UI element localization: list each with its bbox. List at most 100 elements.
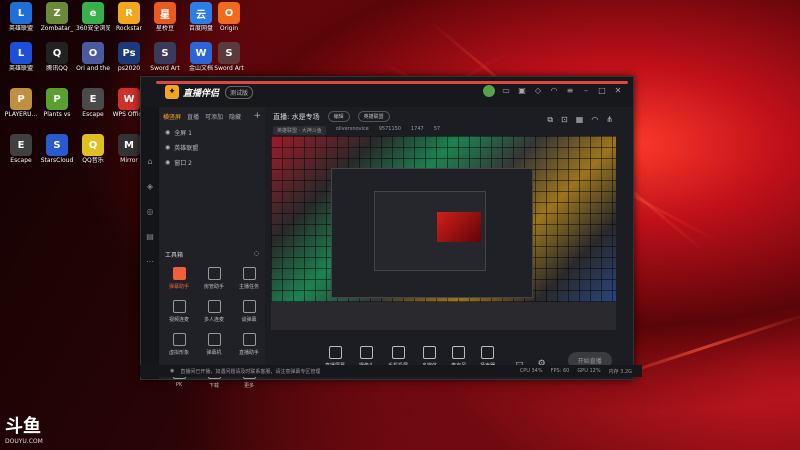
douyu-watermark: 斗鱼 DOUYU.COM bbox=[5, 412, 65, 445]
desktop-icon[interactable]: E Escape bbox=[76, 88, 110, 118]
share-icon[interactable]: ⋔ bbox=[606, 115, 613, 125]
toolbox-settings-icon[interactable]: ◌ bbox=[254, 250, 259, 259]
tool-label: 房管助手 bbox=[203, 284, 224, 290]
tool-button[interactable]: 谈弹幕 bbox=[232, 300, 266, 323]
eye-icon[interactable]: ◉ bbox=[165, 159, 170, 166]
beta-badge[interactable]: 测试版 bbox=[225, 85, 254, 99]
desktop-icon[interactable]: L 英雄联盟 bbox=[4, 42, 38, 72]
edit-title-button[interactable]: 编辑 bbox=[327, 111, 350, 122]
desktop-icon[interactable]: S Sword Art bbox=[148, 42, 182, 72]
preview-nested-window-inner bbox=[374, 191, 486, 271]
desktop-icon-label: 英雄联盟 bbox=[8, 25, 33, 32]
desktop-icon[interactable]: P PLAYERU... bbox=[4, 88, 38, 118]
lock-icon[interactable]: ⊡ bbox=[561, 115, 568, 125]
status-bar: ◉ 直播间已开播，如遇问题请及时联系客服，请注意弹幕专区管理 CPU 34% F… bbox=[140, 365, 642, 377]
eye-icon[interactable]: ◉ bbox=[165, 129, 170, 136]
source-icon bbox=[360, 346, 374, 359]
app-icon: M bbox=[118, 134, 140, 156]
gift-icon[interactable]: ◈ bbox=[147, 182, 153, 191]
app-icon: S bbox=[46, 134, 68, 156]
live-streaming-app-window: ✦ 直播伴侣 测试版 ▭ ▣ ◇ ◠ ≡ – □ ✕ ⌂ ◈ ◎ ▤ ⋯ 横竖屏… bbox=[140, 76, 634, 389]
tab-1[interactable]: 直播 bbox=[187, 112, 199, 121]
desktop-icon[interactable]: e 360安全浏览 bbox=[76, 2, 110, 32]
desktop-icon[interactable]: Q QQ音乐 bbox=[76, 134, 110, 164]
category-tag[interactable]: 英雄联盟 · 大神斗鱼 bbox=[273, 126, 326, 135]
desktop-icon-label: Escape bbox=[10, 157, 32, 164]
desktop-icon[interactable]: L 英雄联盟 bbox=[4, 2, 38, 32]
tool-icon bbox=[172, 267, 186, 280]
desktop-icon[interactable]: Z Zombatar_ bbox=[40, 2, 74, 32]
tool-button[interactable]: 视频连麦 bbox=[162, 300, 196, 323]
bell-icon[interactable]: ◠ bbox=[549, 86, 559, 96]
app-icon: 星 bbox=[154, 2, 176, 24]
desktop-icon-label: Sword Art bbox=[214, 65, 244, 72]
tab-2[interactable]: 可添加 bbox=[205, 112, 223, 121]
user-avatar[interactable] bbox=[483, 85, 495, 97]
menu-icon[interactable]: ≡ bbox=[565, 86, 575, 96]
data-icon[interactable]: ▤ bbox=[146, 232, 154, 241]
desktop-icon[interactable]: Ps ps2020 bbox=[112, 42, 146, 72]
desktop-icon[interactable]: S Sword Art bbox=[212, 42, 246, 72]
watermark-domain: DOUYU.COM bbox=[5, 438, 43, 445]
desktop-icon[interactable]: O Origin bbox=[212, 2, 246, 32]
chat-icon[interactable]: ◎ bbox=[147, 207, 154, 216]
minimize-icon[interactable]: – bbox=[581, 86, 591, 96]
tool-button[interactable]: 房管助手 bbox=[197, 267, 231, 290]
tool-icon bbox=[242, 300, 256, 313]
scene-item[interactable]: ◉ 全屏 1 bbox=[159, 125, 265, 140]
app-icon: P bbox=[10, 88, 32, 110]
message-icon[interactable]: ▭ bbox=[501, 86, 511, 96]
desktop-icon[interactable]: Q 腾讯QQ bbox=[40, 42, 74, 72]
tool-button[interactable]: 主播任务 bbox=[232, 267, 266, 290]
tool-button[interactable]: 弹幕机 bbox=[197, 333, 231, 356]
toolbox-title: 工具箱 bbox=[165, 252, 184, 259]
tab-3[interactable]: 隐藏 bbox=[229, 112, 241, 121]
home-icon[interactable]: ⌂ bbox=[147, 157, 152, 166]
tool-icon bbox=[242, 267, 256, 280]
source-icon bbox=[391, 346, 405, 359]
scene-item[interactable]: ◉ 英雄联盟 bbox=[159, 140, 265, 155]
desktop-icon[interactable]: P Plants vs bbox=[40, 88, 74, 118]
desktop-icon-label: Rockstar bbox=[116, 25, 142, 32]
maximize-icon[interactable]: □ bbox=[597, 86, 607, 96]
stream-preview[interactable] bbox=[271, 136, 616, 330]
app-icon: W bbox=[118, 88, 140, 110]
layout-icon[interactable]: ▦ bbox=[576, 115, 584, 125]
shirt-icon[interactable]: ◇ bbox=[533, 86, 543, 96]
desktop-icon[interactable]: 星星桥豆 bbox=[148, 2, 182, 32]
tool-icon bbox=[172, 300, 186, 313]
app-logo-icon: ✦ bbox=[165, 85, 179, 99]
notification-icon[interactable]: ◠ bbox=[591, 115, 598, 125]
add-scene-icon[interactable]: + bbox=[253, 111, 261, 121]
app-icon: P bbox=[46, 88, 68, 110]
desktop-icon[interactable]: S StarsCloud bbox=[40, 134, 74, 164]
eye-icon[interactable]: ◉ bbox=[165, 144, 170, 151]
watermark-brand: 斗鱼 bbox=[5, 416, 41, 437]
app-icon: O bbox=[82, 42, 104, 64]
close-icon[interactable]: ✕ bbox=[613, 86, 623, 96]
stream-info-row: 英雄联盟 · 大神斗鱼 oliversnovice 9571150 1747 5… bbox=[265, 126, 633, 135]
app-icon: L bbox=[10, 2, 32, 24]
desktop-icon-label: Zombatar_ bbox=[40, 25, 74, 32]
tool-button[interactable]: 直播助手 bbox=[232, 333, 266, 356]
tab-0[interactable]: 横竖屏 bbox=[163, 112, 181, 121]
desktop-icon[interactable]: E Escape bbox=[4, 134, 38, 164]
gift-icon[interactable]: ▣ bbox=[517, 86, 527, 96]
share-screen-icon[interactable]: ⧉ bbox=[547, 115, 553, 125]
scene-item[interactable]: ◉ 窗口 2 bbox=[159, 155, 265, 170]
desktop-icon[interactable]: R Rockstar bbox=[112, 2, 146, 32]
category-select[interactable]: 英雄联盟 bbox=[357, 111, 390, 122]
tool-button[interactable]: 多人连麦 bbox=[197, 300, 231, 323]
tool-label: 下载 bbox=[208, 383, 219, 389]
app-icon: Z bbox=[46, 2, 68, 24]
stream-title: 直播: 水是专场 bbox=[273, 112, 320, 121]
more-icon[interactable]: ⋯ bbox=[146, 257, 154, 266]
tool-button[interactable]: 虚拟形象 bbox=[162, 333, 196, 356]
metric: CPU 34% bbox=[519, 367, 543, 374]
desktop-icon-label: Origin bbox=[219, 25, 239, 32]
app-icon: e bbox=[82, 2, 104, 24]
tool-label: 直播助手 bbox=[238, 350, 259, 356]
tool-button[interactable]: 弹幕助手 bbox=[162, 267, 196, 290]
tool-icon bbox=[207, 267, 221, 280]
desktop-icon[interactable]: O Ori and the bbox=[76, 42, 110, 72]
